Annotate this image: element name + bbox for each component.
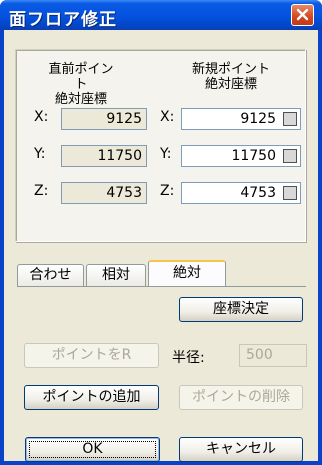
add-point-button[interactable]: ポイントの追加 xyxy=(24,385,159,410)
tab-strip-baseline xyxy=(17,286,306,287)
dialog-window: 面フロア修正 直前ポイント 絶対座標 新規ポイント 絶対座標 X: 9125 X… xyxy=(0,0,322,465)
prev-z-value: 4753 xyxy=(61,182,147,204)
prev-y-value: 11750 xyxy=(61,145,147,167)
cancel-button[interactable]: キャンセル xyxy=(179,437,303,462)
radius-label: 半径: xyxy=(172,350,205,366)
point-r-button[interactable]: ポイントをR xyxy=(24,343,159,368)
tab-align[interactable]: 合わせ xyxy=(17,264,84,286)
tab-relative[interactable]: 相対 xyxy=(86,264,146,286)
dialog-body: 直前ポイント 絶対座標 新規ポイント 絶対座標 X: 9125 X: 9125 … xyxy=(4,30,318,462)
new-point-header: 新規ポイント 絶対座標 xyxy=(191,62,270,92)
prev-x-value: 9125 xyxy=(61,108,147,130)
new-y-label: Y: xyxy=(160,146,172,162)
prev-y-label: Y: xyxy=(34,146,46,162)
decide-coordinates-button[interactable]: 座標決定 xyxy=(179,297,303,322)
new-x-value: 9125 xyxy=(240,111,276,127)
prev-x-label: X: xyxy=(34,109,49,125)
calculator-icon[interactable] xyxy=(283,149,297,163)
close-button[interactable] xyxy=(291,4,314,26)
new-x-field[interactable]: 9125 xyxy=(181,108,301,130)
new-z-label: Z: xyxy=(160,183,175,199)
new-z-field[interactable]: 4753 xyxy=(181,182,301,204)
tab-absolute[interactable]: 絶対 xyxy=(148,260,226,286)
delete-point-button[interactable]: ポイントの削除 xyxy=(179,385,303,410)
title-bar[interactable]: 面フロア修正 xyxy=(0,0,322,30)
close-icon xyxy=(296,8,309,21)
new-z-value: 4753 xyxy=(240,185,276,201)
ok-button-label: OK xyxy=(82,441,103,457)
window-title: 面フロア修正 xyxy=(9,10,117,30)
prev-point-header: 直前ポイント 絶対座標 xyxy=(48,62,114,107)
calculator-icon[interactable] xyxy=(283,112,297,126)
coordinates-group: 直前ポイント 絶対座標 新規ポイント 絶対座標 X: 9125 X: 9125 … xyxy=(15,49,306,242)
prev-z-label: Z: xyxy=(34,183,49,199)
new-y-value: 11750 xyxy=(231,148,276,164)
calculator-icon[interactable] xyxy=(283,186,297,200)
new-y-field[interactable]: 11750 xyxy=(181,145,301,167)
new-x-label: X: xyxy=(160,109,175,125)
ok-button[interactable]: OK xyxy=(25,437,160,462)
radius-input[interactable]: 500 xyxy=(239,344,307,367)
